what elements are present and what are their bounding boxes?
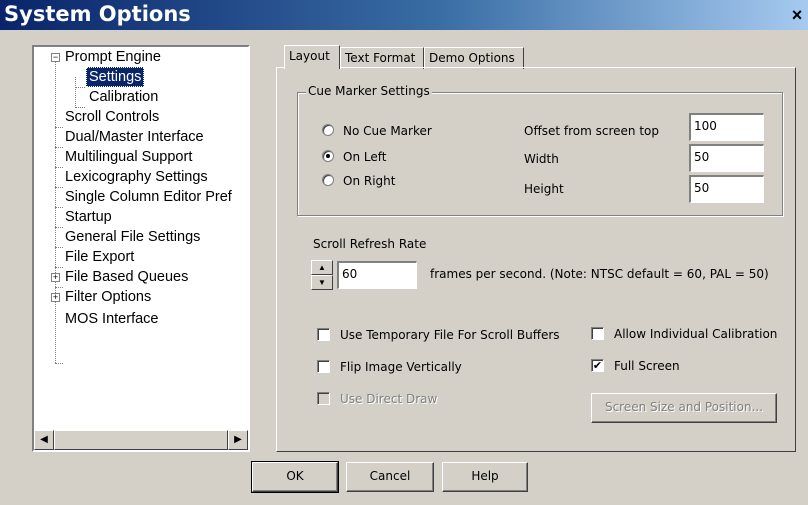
tree-item-filter-options[interactable]: Filter Options: [62, 287, 154, 307]
cue-marker-group-label: Cue Marker Settings: [306, 84, 432, 98]
spin-down-icon[interactable]: ▼: [311, 275, 333, 290]
tree-horizontal-scrollbar[interactable]: ◀ ▶: [34, 430, 248, 450]
title-bar: System Options ×: [0, 0, 808, 30]
width-field[interactable]: 50: [689, 144, 764, 172]
tree-connector: [75, 77, 76, 108]
checkbox-label: Allow Individual Calibration: [614, 327, 778, 341]
options-tree[interactable]: − Prompt Engine Settings Calibration Scr…: [32, 45, 250, 452]
tree-item-label: Calibration: [89, 89, 159, 105]
radio-indicator: [322, 150, 334, 162]
tab-demo-options[interactable]: Demo Options: [424, 47, 524, 69]
tree-item-label: Multilingual Support: [65, 149, 193, 165]
checkbox-box: [317, 328, 330, 341]
tree-item-multilingual-support[interactable]: Multilingual Support: [62, 147, 195, 167]
tree-item-scroll-controls[interactable]: Scroll Controls: [62, 107, 162, 127]
radio-label: On Left: [343, 150, 387, 164]
window-title: System Options: [4, 2, 191, 26]
checkbox-label: Use Temporary File For Scroll Buffers: [340, 328, 560, 342]
tree-item-label: Prompt Engine: [65, 49, 161, 65]
height-label: Height: [524, 182, 564, 196]
screen-size-position-button: Screen Size and Position...: [591, 393, 777, 423]
radio-label: No Cue Marker: [343, 124, 432, 138]
tree-item-file-export[interactable]: File Export: [62, 247, 137, 267]
checkbox-box: [317, 360, 330, 373]
collapse-icon[interactable]: −: [51, 53, 60, 62]
tree-item-label: Lexicography Settings: [65, 169, 208, 185]
tree-item-prompt-engine[interactable]: Prompt Engine: [62, 47, 164, 67]
tree-item-general-file-settings[interactable]: General File Settings: [62, 227, 203, 247]
checkbox-box: [591, 327, 604, 340]
scroll-left-icon[interactable]: ◀: [34, 430, 54, 450]
checkbox-box: [317, 392, 330, 405]
tree-connector: [55, 363, 63, 364]
tab-layout[interactable]: Layout: [284, 45, 340, 69]
tree-item-label: Startup: [65, 209, 112, 225]
tree-item-file-based-queues[interactable]: File Based Queues: [62, 267, 191, 287]
checkbox-label: Full Screen: [614, 359, 680, 373]
close-icon[interactable]: ×: [787, 6, 807, 26]
tree-item-label: Single Column Editor Pref: [65, 189, 232, 205]
checkbox-label: Flip Image Vertically: [340, 360, 462, 374]
refresh-rate-spinner[interactable]: ▲ ▼: [311, 260, 333, 290]
tab-text-format[interactable]: Text Format: [340, 47, 424, 69]
check-icon: ✔: [591, 359, 604, 372]
tree-item-dual-master-interface[interactable]: Dual/Master Interface: [62, 127, 207, 147]
spin-up-icon[interactable]: ▲: [311, 260, 333, 275]
tree-item-label: Dual/Master Interface: [65, 129, 204, 145]
tree-item-label: File Based Queues: [65, 269, 189, 285]
width-label: Width: [524, 152, 559, 166]
tree-item-startup[interactable]: Startup: [62, 207, 115, 227]
cancel-button[interactable]: Cancel: [346, 462, 434, 492]
tree-item-label: Settings: [86, 67, 145, 87]
ok-button[interactable]: OK: [251, 461, 339, 493]
tree-connector: [55, 57, 56, 363]
offset-field[interactable]: 100: [689, 113, 764, 141]
tree-item-label: MOS Interface: [65, 311, 159, 327]
tree-item-label: Filter Options: [65, 289, 152, 305]
tree-connector: [75, 87, 85, 88]
help-button[interactable]: Help: [442, 462, 528, 492]
height-field[interactable]: 50: [689, 175, 764, 203]
scroll-right-icon[interactable]: ▶: [228, 430, 248, 450]
scroll-refresh-label: Scroll Refresh Rate: [313, 237, 427, 251]
tree-item-single-column-editor[interactable]: Single Column Editor Pref: [62, 187, 235, 207]
checkbox-label: Use Direct Draw: [340, 392, 438, 406]
tree-item-mos-interface[interactable]: MOS Interface: [62, 309, 161, 329]
tree-item-label: File Export: [65, 249, 135, 265]
tree-item-calibration[interactable]: Calibration: [86, 87, 161, 107]
offset-label: Offset from screen top: [524, 124, 659, 138]
tree-item-label: General File Settings: [65, 229, 201, 245]
refresh-rate-field[interactable]: 60: [337, 261, 417, 289]
expand-icon[interactable]: +: [51, 273, 60, 282]
expand-icon[interactable]: +: [51, 293, 60, 302]
radio-indicator: [322, 124, 334, 136]
tree-item-settings[interactable]: Settings: [86, 67, 145, 87]
tree-item-lexicography-settings[interactable]: Lexicography Settings: [62, 167, 211, 187]
refresh-rate-note: frames per second. (Note: NTSC default =…: [430, 267, 769, 281]
scrollbar-thumb[interactable]: [54, 430, 228, 450]
radio-indicator: [322, 174, 334, 186]
radio-label: On Right: [343, 174, 396, 188]
tree-item-label: Scroll Controls: [65, 109, 160, 125]
tree-list: − Prompt Engine Settings Calibration Scr…: [34, 47, 248, 430]
